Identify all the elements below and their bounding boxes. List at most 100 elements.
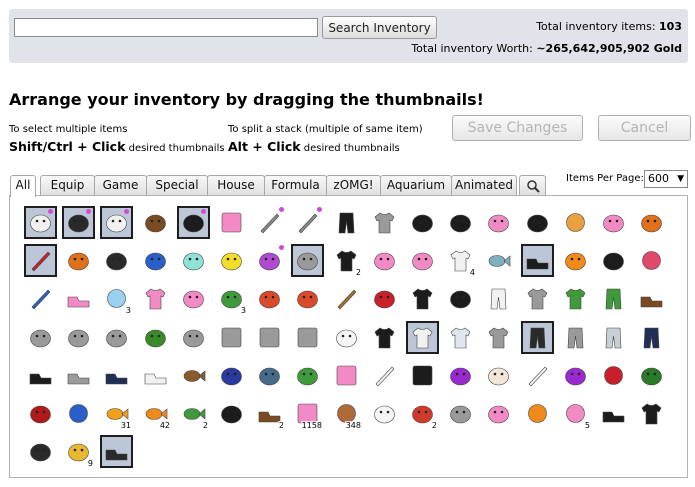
tab-search[interactable] — [519, 175, 546, 196]
inventory-item[interactable] — [635, 282, 668, 315]
inventory-item[interactable]: 3 — [215, 282, 248, 315]
tab-formula[interactable]: Formula — [264, 175, 327, 196]
inventory-item[interactable] — [482, 359, 515, 392]
inventory-item[interactable] — [253, 321, 286, 354]
inventory-item[interactable]: 2 — [253, 397, 286, 430]
inventory-item[interactable] — [139, 206, 172, 239]
inventory-item[interactable] — [24, 359, 57, 392]
inventory-item[interactable] — [291, 206, 324, 239]
inventory-item[interactable] — [406, 282, 439, 315]
inventory-item[interactable] — [177, 359, 210, 392]
tab-aquarium[interactable]: Aquarium — [380, 175, 452, 196]
inventory-item[interactable]: 42 — [139, 397, 172, 430]
inventory-item[interactable] — [177, 244, 210, 277]
tab-equip[interactable]: Equip — [40, 175, 95, 196]
inventory-item[interactable] — [330, 282, 363, 315]
inventory-item[interactable]: 4 — [444, 244, 477, 277]
inventory-item[interactable] — [559, 321, 592, 354]
inventory-item[interactable] — [368, 321, 401, 354]
inventory-item[interactable] — [24, 435, 57, 468]
save-changes-button[interactable]: Save Changes — [452, 115, 583, 141]
inventory-item[interactable] — [24, 397, 57, 430]
cancel-button[interactable]: Cancel — [598, 115, 691, 141]
inventory-item[interactable] — [597, 397, 630, 430]
inventory-item[interactable] — [24, 321, 57, 354]
inventory-item[interactable] — [100, 206, 133, 239]
inventory-item[interactable]: 3 — [100, 282, 133, 315]
inventory-item[interactable] — [62, 359, 95, 392]
inventory-item[interactable] — [139, 282, 172, 315]
inventory-item[interactable] — [597, 244, 630, 277]
tab-game[interactable]: Game — [94, 175, 147, 196]
tab-all[interactable]: All — [10, 175, 36, 197]
items-per-page-select[interactable]: 600 ▼ — [644, 170, 688, 188]
inventory-item[interactable] — [635, 206, 668, 239]
inventory-item[interactable] — [559, 282, 592, 315]
inventory-item[interactable] — [635, 397, 668, 430]
inventory-item[interactable] — [482, 321, 515, 354]
inventory-item[interactable] — [406, 359, 439, 392]
inventory-item[interactable] — [62, 244, 95, 277]
inventory-item[interactable] — [100, 321, 133, 354]
inventory-item[interactable] — [253, 359, 286, 392]
inventory-item[interactable] — [100, 359, 133, 392]
inventory-item[interactable] — [597, 321, 630, 354]
inventory-item[interactable] — [100, 435, 133, 468]
inventory-item[interactable] — [62, 282, 95, 315]
inventory-item[interactable] — [177, 321, 210, 354]
inventory-item[interactable] — [482, 397, 515, 430]
inventory-item[interactable] — [597, 282, 630, 315]
inventory-item[interactable]: 5 — [559, 397, 592, 430]
inventory-item[interactable] — [215, 206, 248, 239]
inventory-item[interactable] — [100, 244, 133, 277]
inventory-item[interactable] — [62, 397, 95, 430]
inventory-item[interactable] — [24, 282, 57, 315]
inventory-item[interactable] — [444, 321, 477, 354]
inventory-item[interactable] — [368, 397, 401, 430]
inventory-item[interactable] — [559, 359, 592, 392]
inventory-item[interactable] — [368, 206, 401, 239]
inventory-item[interactable] — [139, 359, 172, 392]
tab-zomg[interactable]: zOMG! — [326, 175, 381, 196]
inventory-item[interactable] — [521, 244, 554, 277]
inventory-item[interactable] — [521, 397, 554, 430]
inventory-item[interactable] — [253, 244, 286, 277]
inventory-item[interactable]: 348 — [330, 397, 363, 430]
inventory-item[interactable] — [253, 206, 286, 239]
inventory-item[interactable]: 1158 — [291, 397, 324, 430]
inventory-item[interactable] — [215, 321, 248, 354]
inventory-item[interactable] — [559, 244, 592, 277]
inventory-item[interactable]: 31 — [100, 397, 133, 430]
inventory-item[interactable] — [177, 282, 210, 315]
inventory-item[interactable] — [291, 282, 324, 315]
inventory-item[interactable] — [253, 282, 286, 315]
inventory-item[interactable] — [406, 244, 439, 277]
inventory-item[interactable]: 2 — [330, 244, 363, 277]
inventory-item[interactable] — [177, 206, 210, 239]
inventory-item[interactable] — [139, 321, 172, 354]
inventory-item[interactable] — [62, 206, 95, 239]
inventory-item[interactable] — [215, 397, 248, 430]
inventory-item[interactable] — [444, 206, 477, 239]
inventory-item[interactable] — [521, 359, 554, 392]
inventory-item[interactable] — [597, 359, 630, 392]
inventory-item[interactable] — [24, 244, 57, 277]
inventory-item[interactable] — [368, 244, 401, 277]
tab-house[interactable]: House — [207, 175, 265, 196]
inventory-item[interactable] — [368, 282, 401, 315]
inventory-item[interactable] — [635, 359, 668, 392]
inventory-item[interactable] — [215, 244, 248, 277]
inventory-item[interactable] — [635, 321, 668, 354]
inventory-item[interactable] — [291, 321, 324, 354]
tab-special[interactable]: Special — [146, 175, 208, 196]
inventory-item[interactable] — [444, 282, 477, 315]
search-input[interactable] — [14, 18, 318, 37]
inventory-item[interactable] — [444, 397, 477, 430]
inventory-item[interactable] — [482, 282, 515, 315]
inventory-item[interactable] — [139, 244, 172, 277]
search-inventory-button[interactable]: Search Inventory — [322, 16, 437, 39]
inventory-item[interactable] — [62, 321, 95, 354]
inventory-item[interactable] — [368, 359, 401, 392]
inventory-item[interactable] — [215, 359, 248, 392]
inventory-item[interactable] — [521, 206, 554, 239]
